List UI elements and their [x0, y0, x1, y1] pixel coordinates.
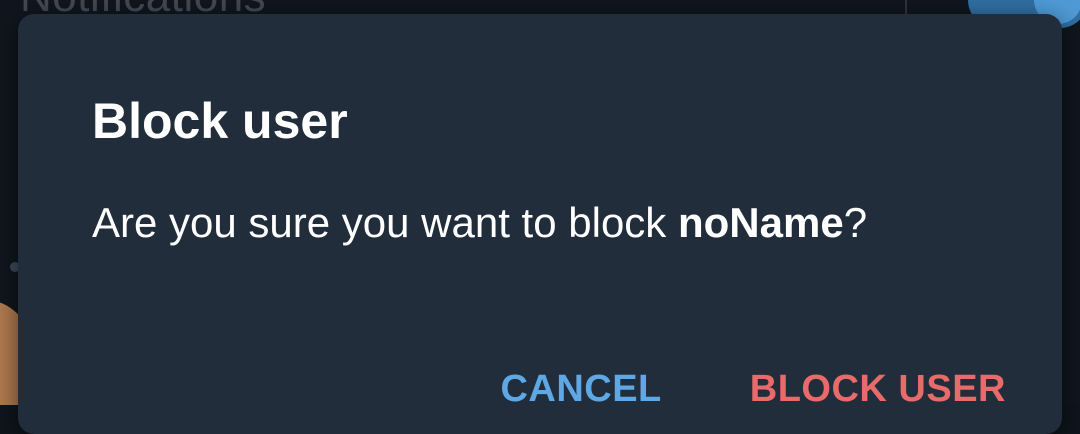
- message-suffix: ?: [843, 199, 868, 246]
- blocked-username: noName: [677, 199, 844, 246]
- dialog-title: Block user: [92, 93, 348, 149]
- message-prefix: Are you sure you want to block: [92, 199, 678, 246]
- block-user-dialog: Block user Are you sure you want to bloc…: [18, 14, 1062, 434]
- dialog-message: Are you sure you want to block noName?: [92, 199, 867, 247]
- background-divider: [905, 0, 907, 14]
